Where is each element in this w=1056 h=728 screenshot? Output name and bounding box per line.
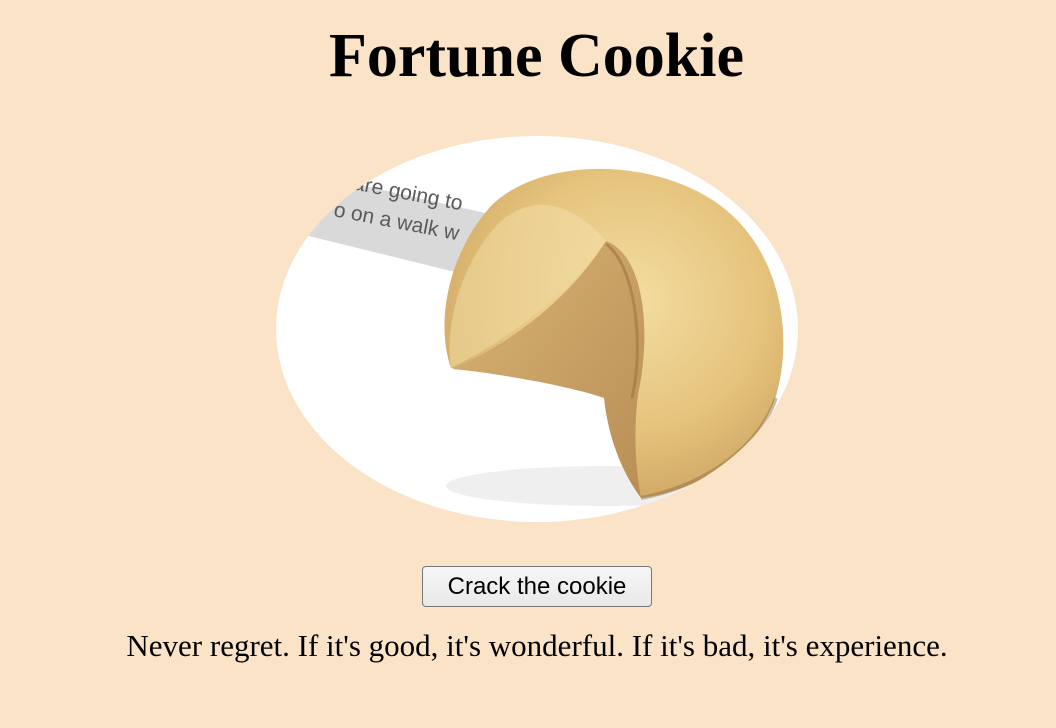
page: Fortune Cookie are going to o on a walk … — [0, 0, 1056, 728]
fortune-cookie-image: are going to o on a walk w — [276, 136, 798, 522]
fortune-text: Never regret. If it's good, it's wonderf… — [126, 628, 948, 663]
page-title: Fortune Cookie — [328, 22, 745, 90]
crack-cookie-button[interactable]: Crack the cookie — [422, 566, 652, 607]
